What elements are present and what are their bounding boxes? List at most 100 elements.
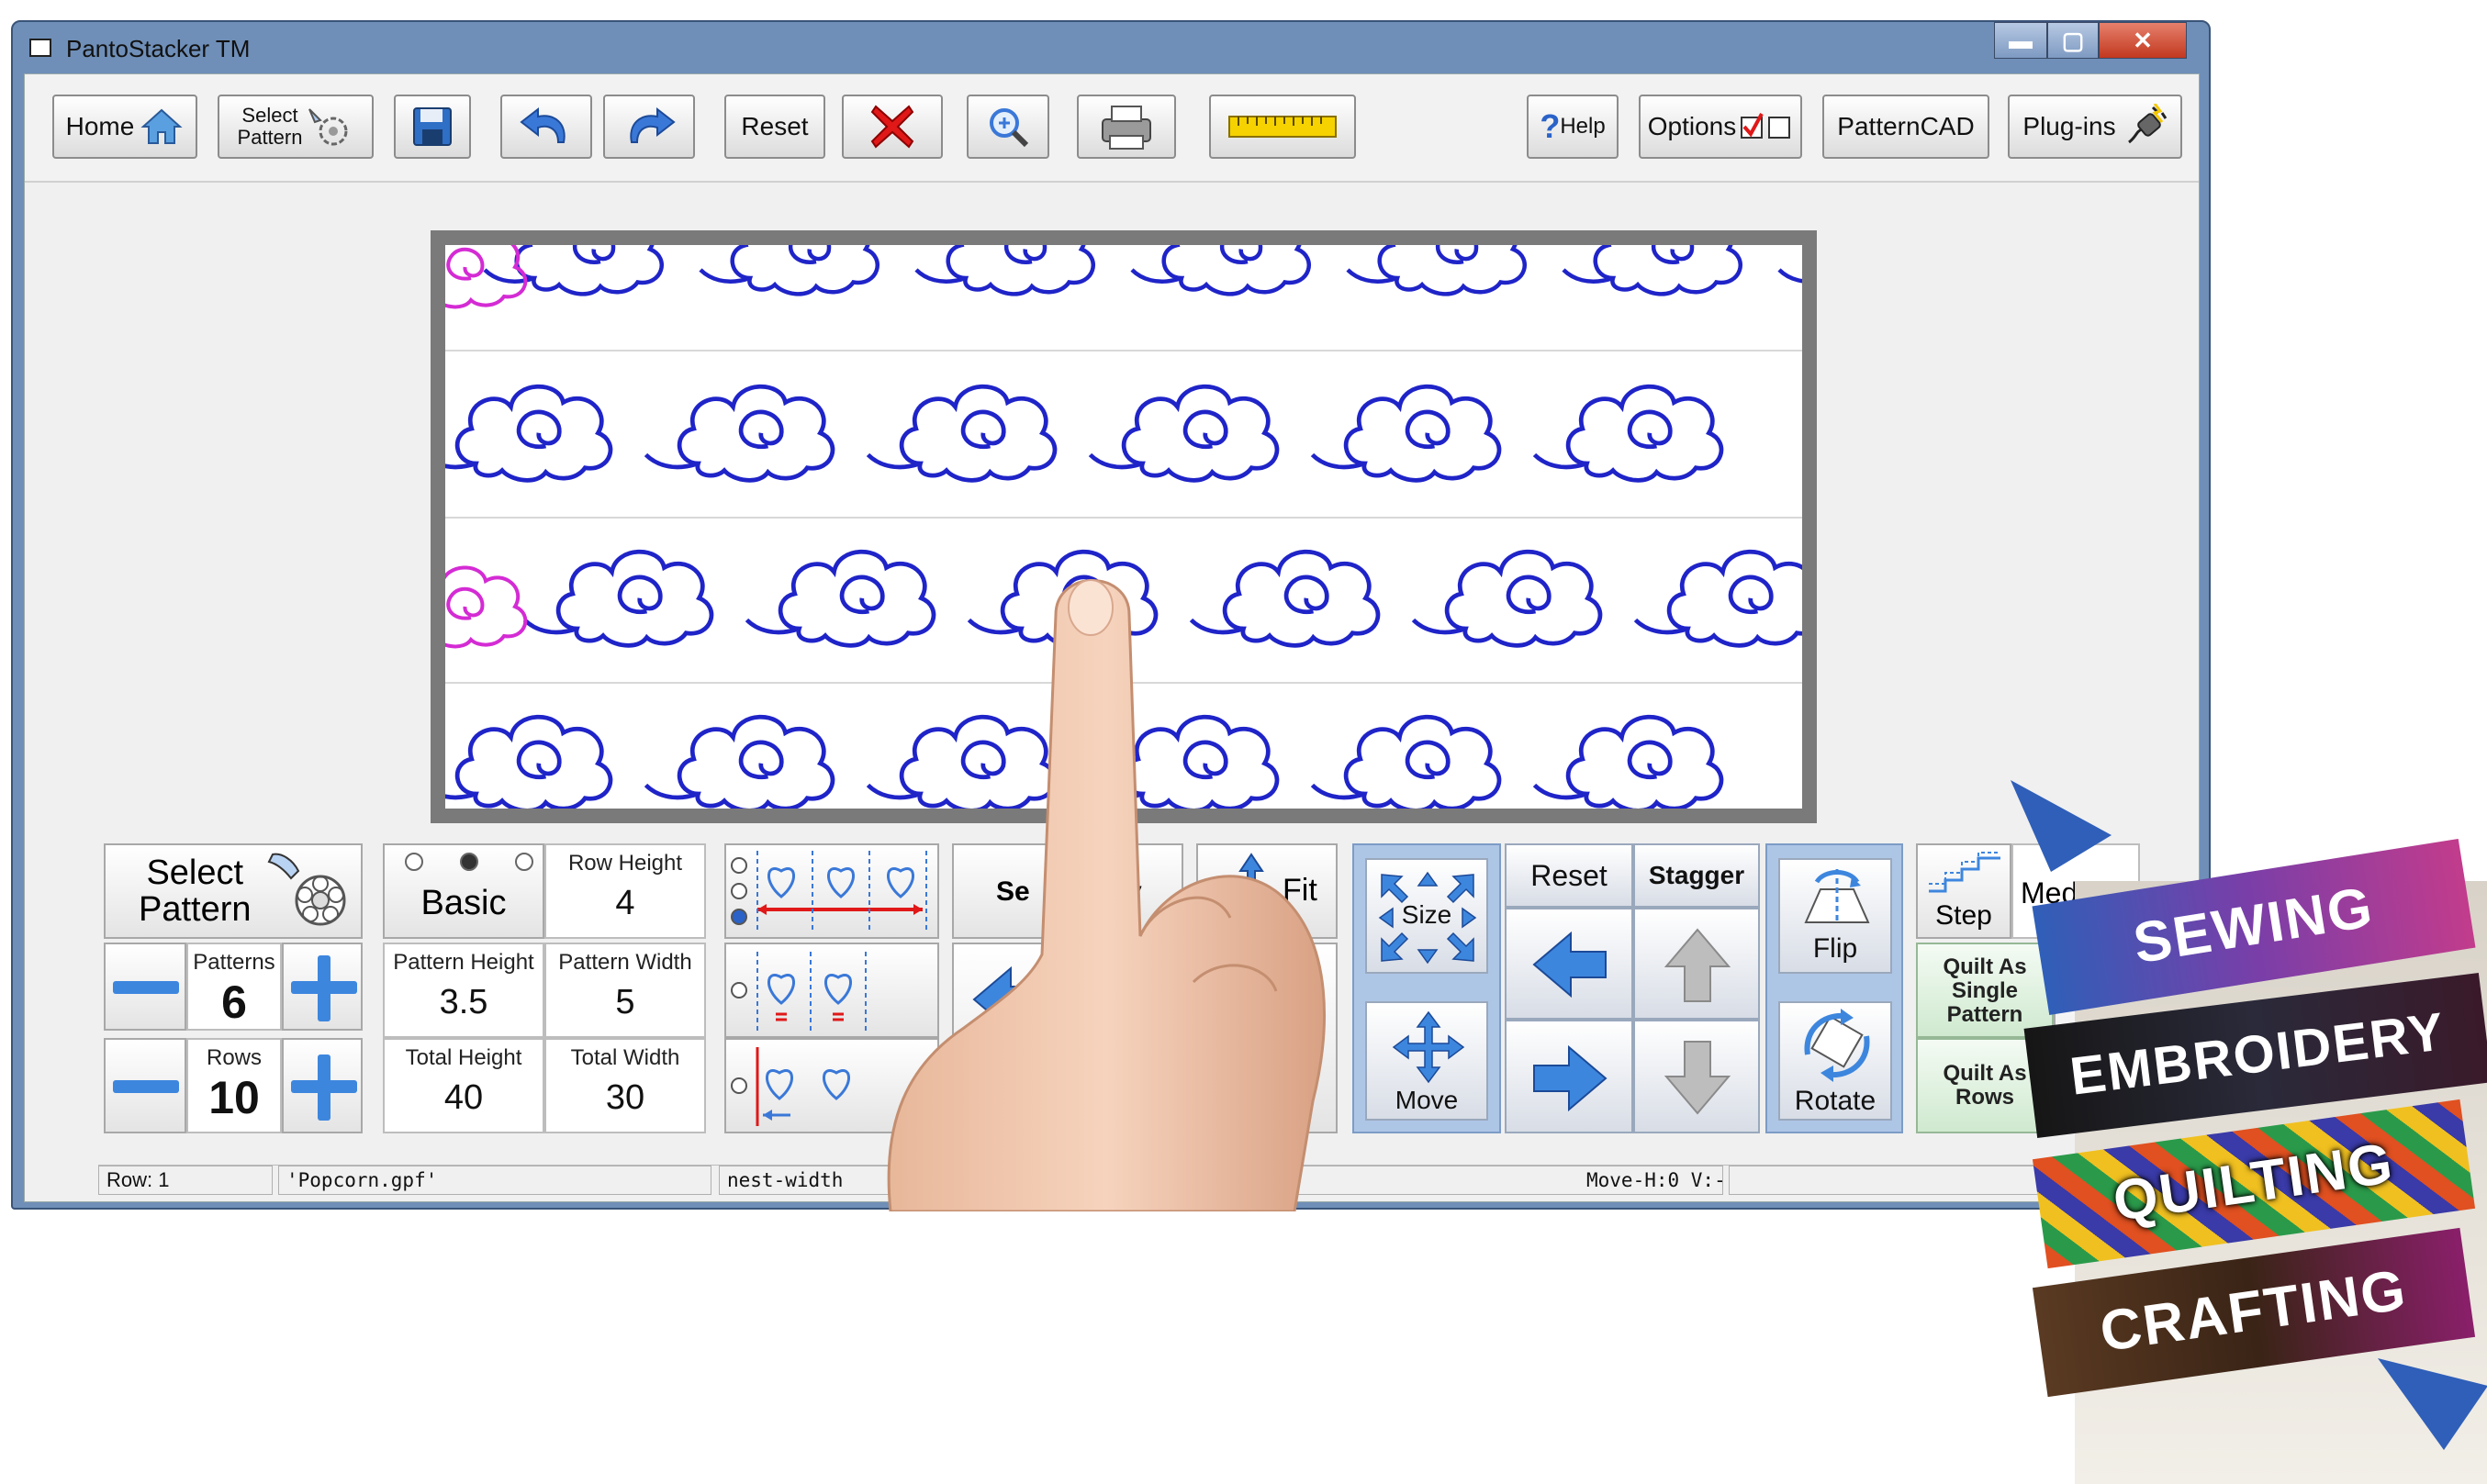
redo-arrow-icon — [630, 106, 676, 143]
window-title: PantoStacker TM — [66, 35, 251, 62]
hand-pointer-image — [887, 579, 1326, 1211]
minus-icon — [113, 1080, 179, 1093]
cloud-motif — [914, 245, 1095, 296]
rows-field[interactable]: Rows 10 — [186, 1038, 282, 1133]
rotate-button[interactable]: Rotate — [1778, 1001, 1892, 1121]
cloud-motif — [445, 245, 528, 309]
flower-select-icon — [267, 853, 346, 926]
rotate-icon — [1804, 1009, 1870, 1082]
up-arrow-icon — [1664, 928, 1731, 1002]
cloud-motif — [445, 714, 613, 809]
home-button[interactable]: Home — [52, 95, 197, 159]
close-button[interactable]: ✕ — [2099, 22, 2187, 59]
total-width-label: Total Width — [570, 1045, 680, 1070]
move-up-button[interactable] — [1633, 908, 1760, 1020]
mode-radio-icons — [405, 853, 533, 873]
move-down-button[interactable] — [1633, 1020, 1760, 1133]
patterns-field[interactable]: Patterns 6 — [186, 943, 282, 1031]
help-label: Help — [1560, 114, 1606, 139]
checkbox-icon — [1741, 113, 1791, 139]
promo-ribbons: SEWING EMBROIDERY QUILTING CRAFTING — [2011, 780, 2487, 1484]
row-height-field[interactable]: Row Height 4 — [544, 843, 706, 939]
minimize-button[interactable]: ▬ — [1994, 22, 2047, 59]
zoom-button[interactable] — [967, 95, 1049, 159]
undo-button[interactable] — [500, 95, 592, 159]
app-icon — [29, 39, 51, 57]
row-height-label: Row Height — [567, 851, 683, 876]
cloud-motif — [522, 549, 714, 648]
cloud-motif — [445, 565, 528, 649]
magnifier-icon — [990, 108, 1029, 148]
flip-rotate-group: Flip Rotate — [1765, 843, 1903, 1133]
row-separator — [445, 350, 1802, 351]
plugins-label: Plug-ins — [2022, 112, 2116, 140]
cloud-motif — [445, 384, 613, 483]
move-right-button[interactable] — [1505, 1020, 1633, 1133]
total-height-label: Total Height — [405, 1045, 522, 1070]
status-file: 'Popcorn.gpf' — [278, 1166, 711, 1195]
move-left-button[interactable] — [1505, 908, 1633, 1020]
cloud-motif — [1346, 245, 1527, 296]
cloud-motif — [1633, 549, 1802, 648]
cloud-motif — [866, 384, 1058, 483]
flip-button[interactable]: Flip — [1778, 858, 1892, 974]
stairs-icon — [1929, 852, 2000, 893]
red-x-icon — [870, 105, 914, 149]
cloud-motif — [1777, 268, 1802, 284]
plugins-button[interactable]: Plug-ins — [2008, 95, 2182, 159]
cloud-motif — [1532, 384, 1724, 483]
home-label: Home — [65, 112, 135, 140]
rows-value: 10 — [208, 1072, 260, 1123]
select-pattern-line1: Select — [146, 854, 244, 892]
save-button[interactable] — [394, 95, 471, 159]
toolbar-select-pattern-button[interactable]: Select Pattern — [218, 95, 374, 159]
pattern-width-value: 5 — [615, 983, 635, 1021]
minus-icon — [113, 981, 179, 994]
flip-label: Flip — [1812, 933, 1858, 964]
maximize-button[interactable]: ▢ — [2047, 22, 2099, 59]
measure-button[interactable] — [1209, 95, 1356, 159]
help-button[interactable]: ? Help — [1527, 95, 1619, 159]
delete-button[interactable] — [842, 95, 943, 159]
patterns-decrease-button[interactable] — [104, 943, 186, 1031]
redo-button[interactable] — [603, 95, 695, 159]
position-reset-button[interactable]: Reset — [1505, 843, 1633, 908]
toolbar-select-pattern-line1: Select — [241, 104, 298, 127]
right-arrow-icon — [1533, 1044, 1608, 1112]
mode-label: Basic — [420, 884, 507, 922]
pattern-height-field[interactable]: Pattern Height 3.5 — [383, 943, 544, 1038]
left-arrow-icon — [1532, 931, 1607, 999]
total-height-field[interactable]: Total Height 40 — [383, 1038, 544, 1133]
cloud-motif — [1088, 384, 1280, 483]
pattern-height-label: Pattern Height — [393, 950, 534, 975]
patterns-label: Patterns — [193, 950, 275, 975]
rows-label: Rows — [206, 1045, 262, 1070]
cloud-motif — [1562, 245, 1742, 296]
total-height-value: 40 — [443, 1078, 484, 1117]
print-button[interactable] — [1077, 95, 1176, 159]
step-button[interactable]: Step — [1916, 843, 2011, 939]
patterncad-button[interactable]: PatternCAD — [1822, 95, 1989, 159]
options-button[interactable]: Options — [1639, 95, 1802, 159]
pattern-width-field[interactable]: Pattern Width 5 — [544, 943, 706, 1038]
plug-icon — [2127, 104, 2167, 144]
patterns-increase-button[interactable] — [282, 943, 363, 1031]
printer-icon — [1102, 106, 1151, 150]
rows-increase-button[interactable] — [282, 1038, 363, 1133]
stagger-button[interactable]: Stagger — [1633, 843, 1760, 908]
toolbar-reset-button[interactable]: Reset — [724, 95, 825, 159]
floppy-disk-icon — [413, 107, 452, 146]
cloud-motif — [644, 714, 835, 809]
question-icon: ? — [1540, 107, 1561, 145]
pattern-height-value: 3.5 — [439, 983, 488, 1021]
pattern-width-label: Pattern Width — [558, 950, 692, 975]
cloud-motif — [1130, 245, 1311, 296]
rows-decrease-button[interactable] — [104, 1038, 186, 1133]
total-width-field[interactable]: Total Width 30 — [544, 1038, 706, 1133]
mode-selector[interactable]: Basic — [383, 843, 544, 939]
toolbar: Home Select Pattern Reset ? Help Options… — [25, 74, 2199, 183]
select-pattern-button[interactable]: Select Pattern — [104, 843, 363, 939]
undo-arrow-icon — [520, 106, 566, 143]
rotate-label: Rotate — [1794, 1086, 1876, 1116]
cloud-motif — [1310, 384, 1502, 483]
